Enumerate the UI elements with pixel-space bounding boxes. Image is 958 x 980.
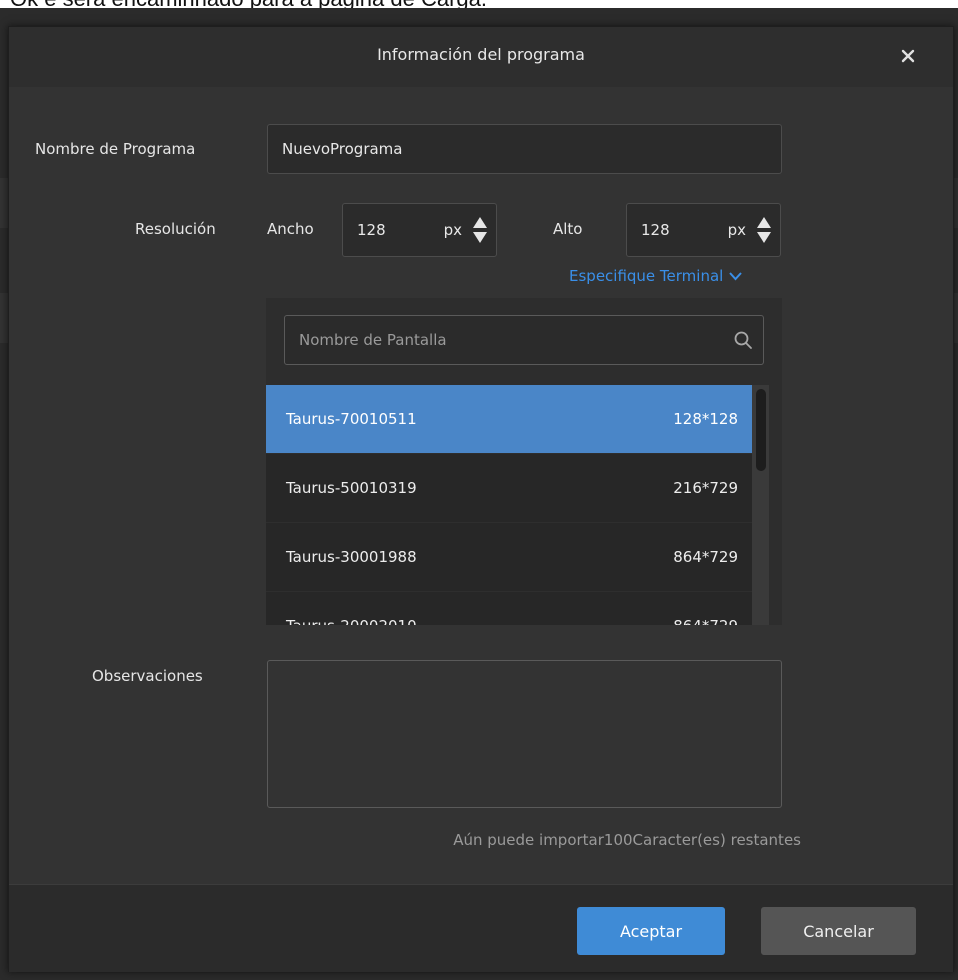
program-info-dialog: Información del programa Nombre de Progr…: [8, 26, 954, 972]
resolution-label: Resolución: [135, 220, 216, 238]
dialog-titlebar: Información del programa: [9, 27, 953, 87]
terminal-name: Taurus-50010319: [286, 479, 417, 497]
stepper-up-icon[interactable]: [756, 216, 772, 229]
terminal-row[interactable]: Taurus-70010511 128*128: [266, 385, 752, 454]
cancel-button[interactable]: Cancelar: [761, 907, 916, 955]
terminal-panel: Taurus-70010511 128*128 Taurus-50010319 …: [266, 298, 782, 625]
terminal-search: [284, 315, 764, 365]
dialog-body: Nombre de Programa NuevoPrograma Resoluc…: [9, 87, 953, 884]
scrollbar-thumb[interactable]: [756, 389, 766, 471]
program-name-input[interactable]: NuevoPrograma: [267, 124, 782, 174]
width-label: Ancho: [267, 220, 314, 238]
terminal-name: Taurus-20002010: [286, 617, 417, 625]
terminal-row[interactable]: Taurus-50010319 216*729: [266, 454, 752, 523]
specify-terminal-toggle[interactable]: Especifique Terminal: [569, 267, 743, 285]
terminal-name: Taurus-70010511: [286, 410, 417, 428]
terminal-resolution: 128*128: [673, 410, 738, 428]
width-unit: px: [443, 221, 462, 239]
program-name-value: NuevoPrograma: [282, 140, 403, 158]
terminal-row[interactable]: Taurus-30001988 864*729: [266, 523, 752, 592]
terminal-name: Taurus-30001988: [286, 548, 417, 566]
notes-label: Observaciones: [92, 667, 203, 685]
specify-terminal-label: Especifique Terminal: [569, 267, 724, 285]
width-value: 128: [357, 221, 386, 239]
stepper-up-icon[interactable]: [472, 216, 488, 229]
chevron-down-icon: [729, 271, 743, 280]
terminal-resolution: 864*729: [673, 617, 738, 625]
program-name-label: Nombre de Programa: [35, 140, 196, 158]
ok-button[interactable]: Aceptar: [577, 907, 725, 955]
dialog-footer: Aceptar Cancelar: [9, 884, 953, 972]
stepper-down-icon[interactable]: [472, 231, 488, 244]
width-stepper[interactable]: 128 px: [342, 203, 497, 257]
terminal-search-input[interactable]: [297, 330, 733, 350]
terminal-row[interactable]: Taurus-20002010 864*729: [266, 592, 752, 625]
terminal-resolution: 864*729: [673, 548, 738, 566]
height-label: Alto: [553, 220, 583, 238]
height-stepper[interactable]: 128 px: [626, 203, 781, 257]
terminal-resolution: 216*729: [673, 479, 738, 497]
height-unit: px: [727, 221, 746, 239]
dialog-title: Información del programa: [377, 45, 585, 64]
notes-textarea[interactable]: [267, 660, 782, 808]
close-icon[interactable]: [893, 41, 923, 71]
height-value: 128: [641, 221, 670, 239]
remaining-characters: Aún puede importar100Caracter(es) restan…: [453, 831, 801, 849]
terminal-list-scrollbar[interactable]: [752, 385, 769, 625]
terminal-list: Taurus-70010511 128*128 Taurus-50010319 …: [266, 385, 752, 625]
stepper-down-icon[interactable]: [756, 231, 772, 244]
search-icon[interactable]: [733, 330, 753, 350]
